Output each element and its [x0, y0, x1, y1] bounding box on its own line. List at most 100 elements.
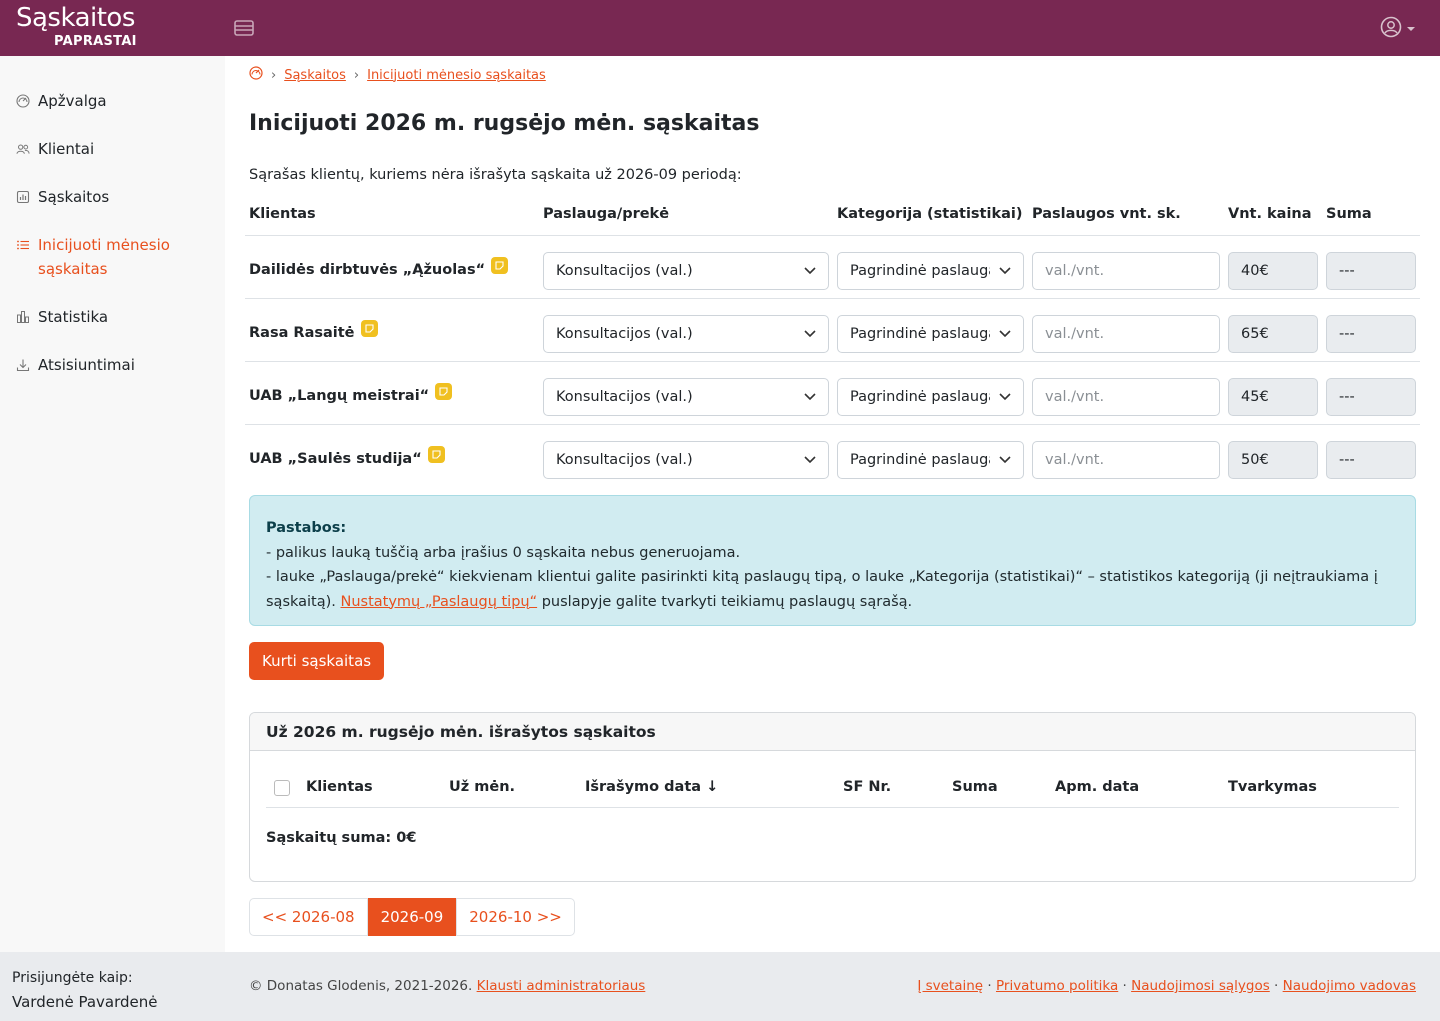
column-header-category: Kategorija (statistikai): [837, 206, 1023, 222]
sidebar-item-invoices[interactable]: Sąskaitos: [16, 185, 109, 209]
column-header-client: Klientas: [249, 206, 316, 222]
footer-copyright: © Donatas Glodenis, 2021-2026. Klausti a…: [249, 978, 645, 994]
chevron-down-icon: [1406, 20, 1416, 38]
sidebar-item-label: Atsisiuntimai: [38, 356, 135, 374]
sidebar: Apžvalga Klientai Sąskaitos Inicijuoti m…: [0, 56, 225, 952]
chevron-down-icon: [999, 263, 1011, 279]
column-header-client[interactable]: Klientas: [306, 779, 373, 795]
quantity-input[interactable]: val./vnt.: [1032, 315, 1220, 353]
brand-logo[interactable]: Sąskaitos PAPRASTAI: [16, 3, 137, 48]
table-divider: [245, 361, 1420, 362]
sum-field: ---: [1326, 441, 1416, 479]
service-select[interactable]: Konsultacijos (val.): [543, 315, 829, 353]
category-select[interactable]: Pagrindinė paslauga: [837, 378, 1024, 416]
service-select[interactable]: Konsultacijos (val.): [543, 252, 829, 290]
select-value: Konsultacijos (val.): [556, 326, 693, 342]
note-icon[interactable]: [360, 320, 378, 337]
sidebar-item-label: Apžvalga: [38, 92, 107, 110]
terms-link[interactable]: Naudojimosi sąlygos: [1131, 978, 1270, 994]
issued-invoices-card: Už 2026 m. rugsėjo mėn. išrašytos sąskai…: [249, 712, 1416, 882]
sidebar-item-label: Sąskaitos: [38, 188, 110, 206]
notes-line: - lauke „Paslauga/prekė“ kiekvienam klie…: [266, 565, 1399, 614]
select-value: Konsultacijos (val.): [556, 452, 693, 468]
page-title: Inicijuoti 2026 m. rugsėjo mėn. sąskaita…: [249, 111, 760, 136]
sidebar-item-label: Klientai: [38, 140, 95, 158]
client-name: UAB „Langų meistrai“: [249, 387, 430, 404]
column-header-paid-date[interactable]: Apm. data: [1055, 779, 1139, 795]
login-label: Prisijungėte kaip:: [12, 970, 133, 986]
column-header-sum[interactable]: Suma: [952, 779, 998, 795]
pager-next-month[interactable]: 2026-10 >>: [456, 898, 575, 936]
table-row-client: Dailidės dirbtuvės „Ąžuolas“: [249, 257, 509, 278]
sidebar-item-downloads[interactable]: Atsisiuntimai: [16, 353, 135, 377]
stats-icon: [16, 305, 30, 329]
dashboard-icon: [16, 89, 30, 113]
category-select[interactable]: Pagrindinė paslauga: [837, 315, 1024, 353]
unit-price-field: 45€: [1228, 378, 1318, 416]
home-icon[interactable]: [249, 66, 263, 84]
brand-title: Sąskaitos: [16, 3, 135, 33]
month-pager: << 2026-08 2026-09 2026-10 >>: [249, 898, 575, 936]
sum-field: ---: [1326, 378, 1416, 416]
select-value: Pagrindinė paslauga: [850, 389, 990, 405]
client-name: Rasa Rasaitė: [249, 324, 355, 341]
sidebar-item-label: Inicijuoti mėnesio sąskaitas: [38, 236, 170, 278]
service-select[interactable]: Konsultacijos (val.): [543, 378, 829, 416]
note-icon[interactable]: [427, 446, 445, 463]
privacy-link[interactable]: Privatumo politika: [996, 978, 1118, 994]
column-header-manage: Tvarkymas: [1228, 779, 1317, 795]
user-menu-button[interactable]: [1380, 16, 1416, 42]
note-icon[interactable]: [491, 257, 509, 274]
create-invoices-button[interactable]: Kurti sąskaitas: [249, 642, 385, 680]
sidebar-item-overview[interactable]: Apžvalga: [16, 89, 107, 113]
column-header-month[interactable]: Už mėn.: [449, 779, 515, 795]
chevron-down-icon: [804, 389, 816, 405]
website-link[interactable]: Į svetainę: [917, 978, 983, 994]
column-header-issue-date[interactable]: Išrašymo data ↓: [585, 779, 718, 795]
select-all-checkbox[interactable]: [274, 780, 290, 796]
category-select[interactable]: Pagrindinė paslauga: [837, 441, 1024, 479]
service-types-link[interactable]: Nustatymų „Paslaugų tipų“: [341, 594, 538, 610]
chevron-down-icon: [999, 389, 1011, 405]
notes-title: Pastabos:: [266, 520, 347, 536]
sidebar-toggle-icon[interactable]: [233, 17, 255, 39]
footer: Prisijungėte kaip: Vardenė Pavardenė © D…: [0, 952, 1440, 1021]
chevron-down-icon: [999, 452, 1011, 468]
invoice-icon: [16, 185, 30, 209]
quantity-input[interactable]: val./vnt.: [1032, 252, 1220, 290]
copyright-text: © Donatas Glodenis, 2021-2026.: [249, 978, 473, 994]
notes-line: - palikus lauką tuščią arba įrašius 0 są…: [266, 544, 741, 561]
table-divider: [245, 424, 1420, 425]
quantity-input[interactable]: val./vnt.: [1032, 378, 1220, 416]
pager-prev-month[interactable]: << 2026-08: [249, 898, 368, 936]
table-row-client: UAB „Langų meistrai“: [249, 383, 453, 404]
chevron-down-icon: [804, 263, 816, 279]
select-value: Pagrindinė paslauga: [850, 326, 990, 342]
column-header-invoice-no[interactable]: SF Nr.: [843, 779, 891, 795]
sidebar-item-label: Statistika: [38, 308, 109, 326]
breadcrumb-invoices-link[interactable]: Sąskaitos: [284, 68, 346, 83]
ask-admin-link[interactable]: Klausti administratoriaus: [477, 978, 646, 994]
unit-price-field: 40€: [1228, 252, 1318, 290]
breadcrumb-current-link[interactable]: Inicijuoti mėnesio sąskaitas: [367, 68, 546, 83]
table-divider: [245, 235, 1420, 236]
category-select[interactable]: Pagrindinė paslauga: [837, 252, 1024, 290]
table-divider: [245, 298, 1420, 299]
sidebar-item-clients[interactable]: Klientai: [16, 137, 94, 161]
table-row-client: Rasa Rasaitė: [249, 320, 378, 341]
notes-text: puslapyje galite tvarkyti teikiamų pasla…: [541, 593, 913, 610]
chevron-down-icon: [804, 452, 816, 468]
unit-price-field: 65€: [1228, 315, 1318, 353]
chevron-down-icon: [999, 326, 1011, 342]
sidebar-item-statistics[interactable]: Statistika: [16, 305, 108, 329]
sidebar-item-init-invoices[interactable]: Inicijuoti mėnesio sąskaitas: [16, 233, 206, 281]
column-header-unit-price: Vnt. kaina: [1228, 206, 1312, 222]
user-guide-link[interactable]: Naudojimo vadovas: [1283, 978, 1416, 994]
quantity-input[interactable]: val./vnt.: [1032, 441, 1220, 479]
brand-subtitle: PAPRASTAI: [54, 34, 137, 49]
service-select[interactable]: Konsultacijos (val.): [543, 441, 829, 479]
unit-price-field: 50€: [1228, 441, 1318, 479]
note-icon[interactable]: [435, 383, 453, 400]
breadcrumb: › Sąskaitos › Inicijuoti mėnesio sąskait…: [249, 66, 546, 84]
pager-current-month[interactable]: 2026-09: [367, 898, 457, 936]
